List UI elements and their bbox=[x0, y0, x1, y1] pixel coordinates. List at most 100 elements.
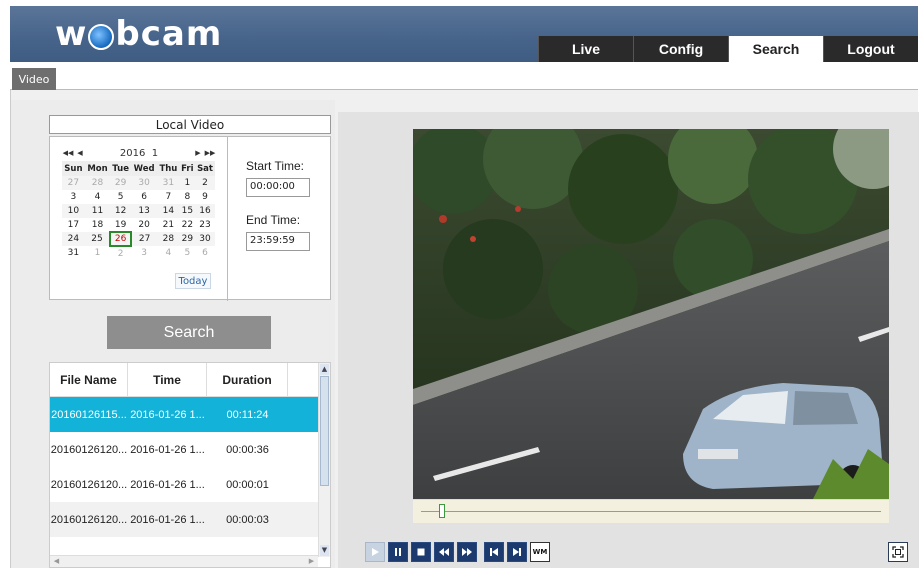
calendar-day[interactable]: 12 bbox=[110, 204, 132, 218]
calendar-day[interactable]: 10 bbox=[62, 204, 85, 218]
duration-cell: 00:00:36 bbox=[226, 443, 269, 456]
tab-live[interactable]: Live bbox=[538, 36, 633, 62]
table-row[interactable]: 20160126120... 2016-01-26 1... 00:00:36 bbox=[50, 432, 330, 467]
calendar-day[interactable]: 30 bbox=[195, 232, 215, 246]
next-month-icon[interactable]: ▶ bbox=[192, 149, 204, 157]
vertical-scrollbar[interactable]: ▲ ▼ bbox=[318, 363, 330, 557]
file-name-cell: 20160126120... bbox=[50, 478, 128, 491]
calendar-day[interactable]: 19 bbox=[110, 218, 131, 232]
table-row[interactable]: 20160126120... 2016-01-26 1... 00:00:01 bbox=[50, 467, 330, 502]
main-area: Local Video ◀◀ ◀ 2016 1 ▶ ▶▶ Sun Mon Tue We… bbox=[10, 90, 919, 568]
logo-text-left: w bbox=[55, 14, 88, 54]
calendar-day[interactable]: 11 bbox=[84, 204, 111, 218]
player-panel bbox=[338, 112, 919, 568]
weekday-header: Wed bbox=[131, 161, 158, 176]
prev-month-icon[interactable]: ◀ bbox=[74, 149, 86, 157]
time-cell: 2016-01-26 1... bbox=[130, 408, 205, 421]
column-header-file-name: File Name bbox=[50, 363, 128, 396]
calendar-day[interactable]: 23 bbox=[195, 218, 215, 232]
scroll-up-icon[interactable]: ▲ bbox=[320, 364, 329, 375]
end-time-input[interactable]: 23:59:59 bbox=[246, 232, 310, 251]
tab-logout[interactable]: Logout bbox=[823, 36, 918, 62]
start-time-input[interactable]: 00:00:00 bbox=[246, 178, 310, 197]
table-row[interactable]: 20160126120... 2016-01-26 1... 00:00:03 bbox=[50, 502, 330, 537]
calendar-day[interactable]: 9 bbox=[195, 190, 215, 204]
calendar-day[interactable]: 17 bbox=[62, 218, 85, 232]
pause-icon[interactable] bbox=[388, 542, 408, 562]
file-name-cell: 20160126120... bbox=[50, 513, 128, 526]
time-cell: 2016-01-26 1... bbox=[130, 513, 205, 526]
calendar-day[interactable]: 31 bbox=[157, 176, 180, 190]
calendar-day[interactable]: 30 bbox=[131, 176, 158, 190]
table-header: File Name Time Duration bbox=[50, 363, 330, 397]
play-icon[interactable] bbox=[365, 542, 385, 562]
calendar-day[interactable]: 7 bbox=[157, 190, 179, 204]
search-button[interactable]: Search bbox=[107, 316, 271, 349]
today-button[interactable]: Today bbox=[175, 273, 211, 289]
calendar-day[interactable]: 25 bbox=[84, 232, 111, 246]
column-header-duration: Duration bbox=[207, 363, 288, 396]
video-frame[interactable] bbox=[413, 129, 889, 499]
duration-cell: 00:11:24 bbox=[226, 408, 269, 421]
calendar-day[interactable]: 18 bbox=[85, 218, 110, 232]
calendar-month: 1 bbox=[151, 147, 159, 159]
watermark-icon[interactable]: WM bbox=[530, 542, 550, 562]
calendar-day[interactable]: 4 bbox=[85, 190, 110, 204]
calendar-day[interactable]: 29 bbox=[110, 176, 132, 190]
next-year-icon[interactable]: ▶▶ bbox=[204, 149, 216, 157]
calendar-day[interactable]: 27 bbox=[62, 176, 85, 190]
weekday-header: Tue bbox=[110, 161, 132, 176]
calendar-day[interactable]: 28 bbox=[157, 232, 180, 246]
time-cell: 2016-01-26 1... bbox=[130, 478, 205, 491]
calendar-day[interactable]: 29 bbox=[179, 232, 196, 246]
scroll-thumb[interactable] bbox=[320, 376, 329, 486]
calendar-day[interactable]: 28 bbox=[84, 176, 111, 190]
rewind-icon[interactable] bbox=[434, 542, 454, 562]
calendar-day[interactable]: 13 bbox=[131, 204, 158, 218]
calendar-day[interactable]: 16 bbox=[195, 204, 215, 218]
calendar-day[interactable]: 21 bbox=[157, 218, 179, 232]
calendar-day[interactable]: 3 bbox=[131, 246, 157, 260]
stop-icon[interactable] bbox=[411, 542, 431, 562]
weekday-header: Thu bbox=[157, 161, 180, 176]
calendar-day[interactable]: 2 bbox=[110, 246, 131, 260]
calendar-day[interactable]: 15 bbox=[179, 204, 196, 218]
fullscreen-icon[interactable] bbox=[888, 542, 908, 562]
fast-forward-icon[interactable] bbox=[457, 542, 477, 562]
app-header: w bcam Live Config Search Logout bbox=[10, 6, 918, 62]
logo-text-right: bcam bbox=[115, 14, 223, 54]
tab-search[interactable]: Search bbox=[728, 36, 823, 62]
calendar-day[interactable]: 1 bbox=[179, 176, 196, 190]
calendar-day[interactable]: 5 bbox=[110, 190, 131, 204]
table-row[interactable]: 20160126115... 2016-01-26 1... 00:11:24 bbox=[50, 397, 330, 432]
date-time-box: ◀◀ ◀ 2016 1 ▶ ▶▶ Sun Mon Tue Wed Thu Fri Sat 2… bbox=[49, 136, 331, 301]
subtab-video[interactable]: Video bbox=[12, 68, 56, 90]
calendar-day[interactable]: 2 bbox=[195, 176, 215, 190]
previous-frame-icon[interactable] bbox=[484, 542, 504, 562]
calendar-day[interactable]: 8 bbox=[180, 190, 195, 204]
calendar-day[interactable]: 31 bbox=[62, 246, 85, 260]
calendar-day[interactable]: 27 bbox=[131, 232, 158, 246]
file-name-cell: 20160126115... bbox=[51, 408, 127, 421]
calendar-day[interactable]: 6 bbox=[131, 190, 157, 204]
calendar-day[interactable]: 5 bbox=[180, 246, 195, 260]
calendar-day[interactable]: 6 bbox=[195, 246, 215, 260]
panel-title: Local Video bbox=[49, 115, 331, 134]
calendar-header: ◀◀ ◀ 2016 1 ▶ ▶▶ bbox=[62, 145, 216, 161]
search-panel: Local Video ◀◀ ◀ 2016 1 ▶ ▶▶ Sun Mon Tue We… bbox=[11, 100, 335, 568]
progress-knob[interactable] bbox=[439, 504, 446, 518]
playback-progress[interactable] bbox=[413, 499, 889, 523]
calendar-day[interactable]: 1 bbox=[85, 246, 110, 260]
calendar-day[interactable]: 4 bbox=[157, 246, 179, 260]
calendar-day[interactable]: 26 bbox=[109, 231, 133, 247]
calendar-day[interactable]: 3 bbox=[62, 190, 85, 204]
calendar-day[interactable]: 14 bbox=[157, 204, 180, 218]
tab-config[interactable]: Config bbox=[633, 36, 728, 62]
calendar-day[interactable]: 24 bbox=[62, 232, 85, 246]
calendar-year-month: 2016 1 bbox=[86, 148, 192, 159]
next-frame-icon[interactable] bbox=[507, 542, 527, 562]
end-time-label: End Time: bbox=[246, 213, 301, 227]
calendar-day[interactable]: 22 bbox=[180, 218, 195, 232]
calendar-day[interactable]: 20 bbox=[131, 218, 157, 232]
prev-year-icon[interactable]: ◀◀ bbox=[62, 149, 74, 157]
